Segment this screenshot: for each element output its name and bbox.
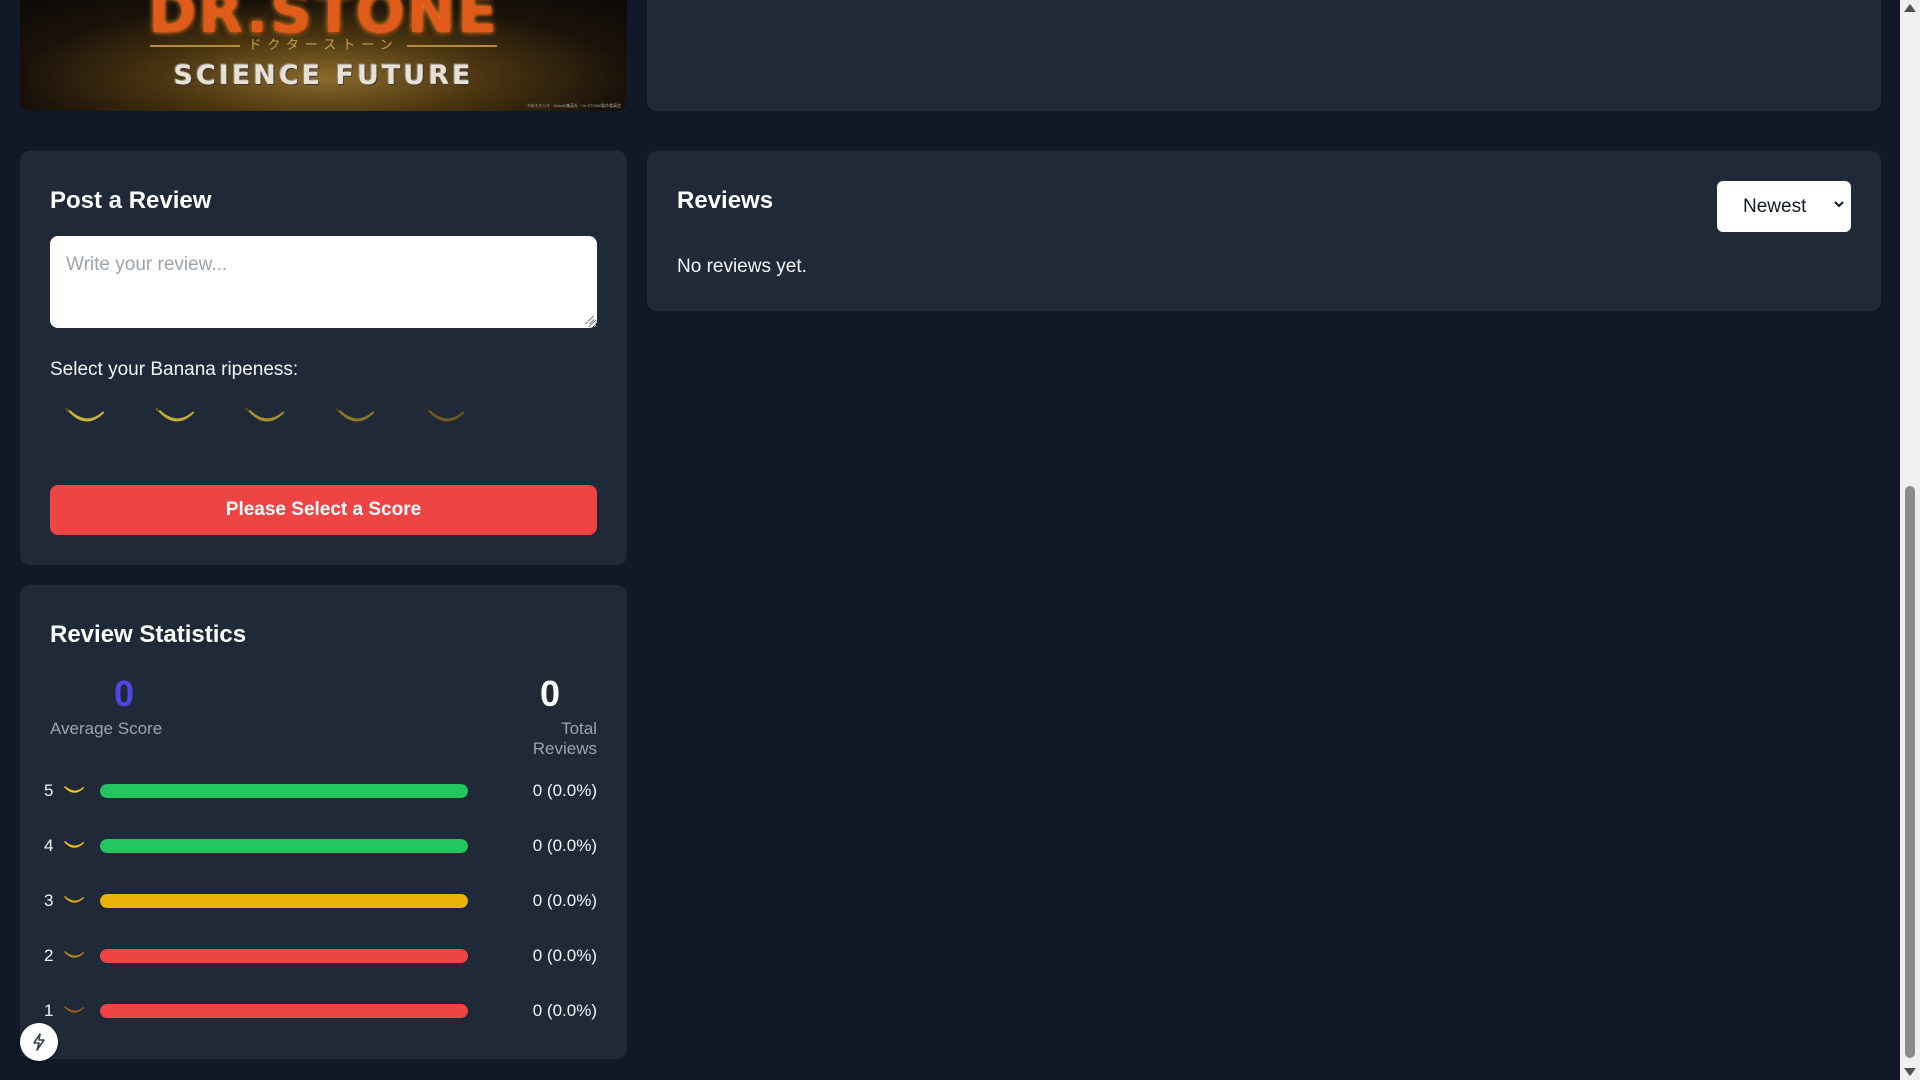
sort-select[interactable]: Newest <box>1717 181 1851 232</box>
banana-icon <box>64 896 84 903</box>
total-reviews-value: 0 <box>539 673 561 714</box>
banana-option-4[interactable] <box>334 401 378 429</box>
distribution-count: 0 (0.0%) <box>532 1001 597 1020</box>
distribution-bar-fill <box>100 1004 468 1018</box>
average-score-label: Average Score <box>50 719 163 738</box>
anime-banner-image: DR.STONE ドクターストーン SCIENCE FUTURE ©米スタジオ・… <box>20 0 627 111</box>
resize-handle[interactable] <box>584 314 594 324</box>
submit-review-button[interactable]: Please Select a Score <box>50 485 597 535</box>
banana-icon <box>64 841 84 848</box>
distribution-count: 0 (0.0%) <box>532 836 597 855</box>
stats-title: Review Statistics <box>50 621 247 648</box>
banana-option-1[interactable] <box>64 401 108 429</box>
average-score-value: 0 <box>113 673 135 714</box>
review-statistics-card: Review Statistics 0 Average Score 0 Tota… <box>20 585 627 1059</box>
sort-select-value: Newest <box>1743 196 1807 217</box>
scrollbar-thumb[interactable] <box>1905 486 1915 1058</box>
banana-option-3[interactable] <box>244 401 288 429</box>
floating-action-button[interactable] <box>20 1023 58 1061</box>
distribution-bar-track <box>100 784 468 798</box>
distribution-score: 3 <box>44 891 54 910</box>
banana-option-5[interactable] <box>424 401 468 429</box>
no-reviews-message: No reviews yet. <box>677 256 807 277</box>
banana-icon <box>64 951 84 958</box>
post-review-card: Post a Review Select your Banana ripenes… <box>20 151 627 565</box>
distribution-bar-fill <box>100 839 468 853</box>
scroll-up-arrow-icon[interactable] <box>1904 4 1916 12</box>
lightning-icon <box>33 1033 45 1051</box>
chevron-down-icon <box>1834 201 1844 208</box>
ripeness-label: Select your Banana ripeness: <box>50 359 299 380</box>
distribution-score: 1 <box>44 1001 54 1020</box>
banana-rating-selector <box>64 401 468 429</box>
distribution-count: 0 (0.0%) <box>532 781 597 800</box>
distribution-row: 5 0 (0.0%) <box>44 779 597 803</box>
distribution-score: 4 <box>44 836 54 855</box>
banana-icon <box>64 1006 84 1013</box>
distribution-bar-track <box>100 894 468 908</box>
banana-icon <box>64 786 84 793</box>
total-reviews-label: Total Reviews <box>532 719 597 758</box>
distribution-row: 1 0 (0.0%) <box>44 999 597 1023</box>
distribution-row: 4 0 (0.0%) <box>44 834 597 858</box>
page-scrollbar[interactable] <box>1900 0 1920 1080</box>
anime-details-card <box>647 0 1881 111</box>
distribution-bar-track <box>100 1004 468 1018</box>
distribution-bar-fill <box>100 894 468 908</box>
distribution-score: 5 <box>44 781 54 800</box>
banner-subtitle-art: ドクターストーン <box>20 34 627 53</box>
review-textarea[interactable] <box>50 236 597 328</box>
reviews-card: Reviews Newest No reviews yet. <box>647 151 1881 311</box>
distribution-bar-fill <box>100 784 468 798</box>
banner-tagline: SCIENCE FUTURE <box>173 60 474 91</box>
distribution-row: 2 0 (0.0%) <box>44 944 597 968</box>
page: DR.STONE ドクターストーン SCIENCE FUTURE ©米スタジオ・… <box>0 0 1900 1080</box>
distribution-bar-track <box>100 949 468 963</box>
distribution-count: 0 (0.0%) <box>532 946 597 965</box>
banana-option-2[interactable] <box>154 401 198 429</box>
distribution-bar-fill <box>100 949 468 963</box>
distribution-score: 2 <box>44 946 54 965</box>
distribution-bar-track <box>100 839 468 853</box>
banner-copyright: ©米スタジオ・Boichi/集英社・Dr.STONE製作委員会 <box>527 103 621 108</box>
distribution-count: 0 (0.0%) <box>532 891 597 910</box>
post-review-title: Post a Review <box>50 187 212 214</box>
scroll-down-arrow-icon[interactable] <box>1904 1068 1916 1076</box>
distribution-row: 3 0 (0.0%) <box>44 889 597 913</box>
reviews-title: Reviews <box>677 187 774 214</box>
